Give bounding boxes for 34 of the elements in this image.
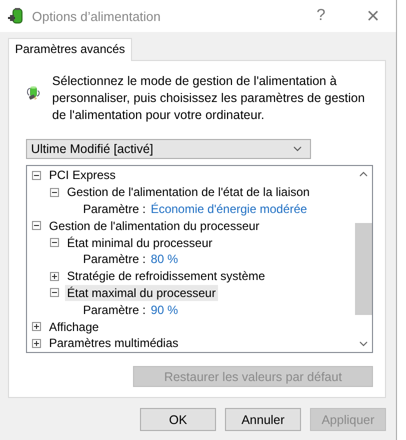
setting-value[interactable]: 90 %: [150, 302, 178, 317]
tree-item[interactable]: État minimal du processeur: [65, 234, 214, 251]
collapse-icon[interactable]: [32, 221, 41, 230]
tree-item[interactable]: Paramètres multimédias: [47, 335, 180, 352]
dialog-button[interactable]: OK: [140, 408, 216, 431]
tree-item[interactable]: État maximal du processeur: [65, 284, 218, 301]
instruction-text: Sélectionnez le mode de gestion de l'alimentation à personnaliser, puis choisissez les paramètres de gestion de l'alimentation pour votre ordinateur.: [52, 73, 366, 124]
tab[interactable]: Paramètres avancés: [8, 38, 132, 61]
tree-item[interactable]: Gestion de l'alimentation de l'état de la liaison: [65, 184, 312, 200]
setting-label: Paramètre :: [83, 202, 146, 216]
collapse-icon[interactable]: [50, 238, 59, 248]
expand-icon[interactable]: [50, 272, 59, 281]
scrollbar-thumb[interactable]: [355, 223, 372, 315]
setting-label: Paramètre :: [83, 252, 146, 266]
tree-item[interactable]: Gestion de l'alimentation du processeur: [47, 218, 262, 234]
tree-item[interactable]: Affichage: [47, 318, 101, 335]
collapse-icon[interactable]: [32, 170, 41, 180]
expand-icon[interactable]: [32, 322, 41, 332]
collapse-icon[interactable]: [50, 288, 59, 298]
scroll-down-icon[interactable]: [359, 341, 368, 347]
setting-label: Paramètre :: [83, 302, 146, 317]
help-button[interactable]: ?: [298, 0, 344, 32]
tree-item[interactable]: PCI Express: [47, 167, 118, 184]
tree-item[interactable]: Stratégie de refroidissement système: [65, 268, 268, 284]
collapse-icon[interactable]: [50, 188, 59, 197]
expand-icon[interactable]: [32, 338, 41, 348]
chevron-down-icon: [293, 146, 302, 152]
dialog-button[interactable]: Annuler: [225, 408, 301, 431]
scroll-up-icon[interactable]: [359, 171, 368, 177]
setting-value[interactable]: 80 %: [150, 252, 178, 266]
plan-dropdown[interactable]: Ultime Modifié [activé]: [26, 139, 311, 159]
setting-value[interactable]: Économie d'énergie modérée: [150, 202, 308, 216]
window-title: Options d’alimentation: [32, 8, 161, 24]
close-button[interactable]: ×: [350, 0, 396, 32]
